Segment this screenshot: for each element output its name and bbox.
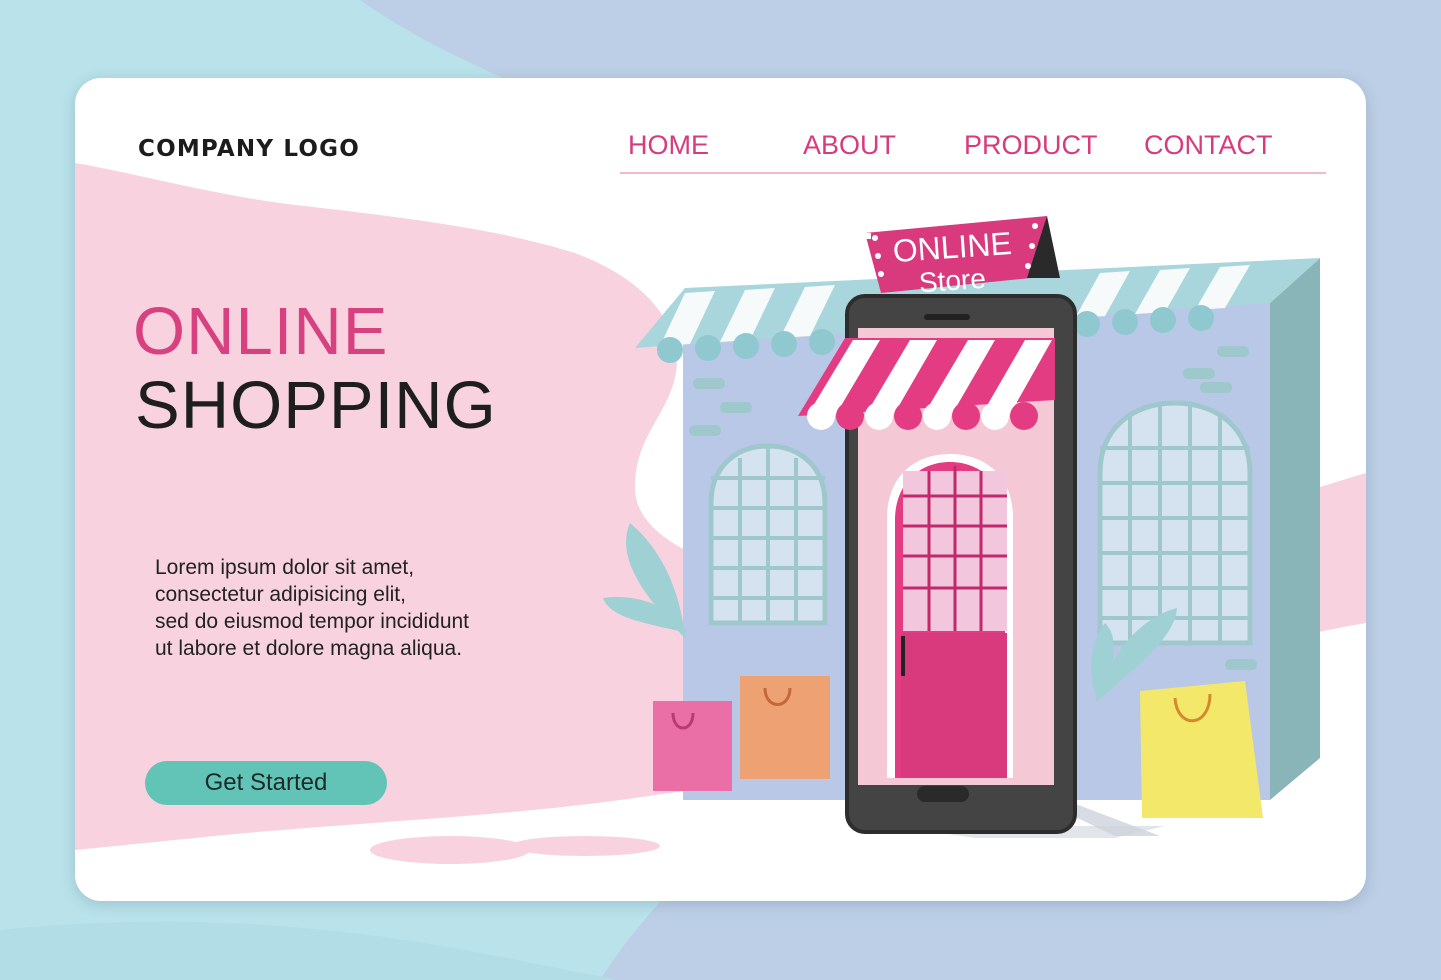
get-started-button[interactable]: Get Started bbox=[145, 761, 387, 805]
main-nav: HOME ABOUT PRODUCT CONTACT bbox=[620, 130, 1326, 174]
phone-home-button bbox=[917, 786, 969, 802]
pink-blob-small-bottom-1 bbox=[370, 836, 530, 864]
store-window-left bbox=[708, 443, 828, 626]
hero-body-line: ut labore et dolore magna aliqua. bbox=[155, 637, 463, 660]
company-logo[interactable]: COMPANY LOGO bbox=[138, 136, 360, 162]
store-window-right bbox=[1097, 400, 1253, 646]
phone-door bbox=[887, 454, 1013, 778]
hero-body-line: Lorem ipsum dolor sit amet, bbox=[155, 556, 415, 579]
shopping-bag-yellow bbox=[1140, 681, 1263, 818]
store-building-side bbox=[1270, 258, 1320, 800]
landing-card: ONLINE Store COMPANY LOGO HOME ABOUT PRO… bbox=[75, 78, 1366, 901]
hero-body-line: sed do eiusmod tempor incididunt bbox=[155, 610, 470, 633]
hero-title-line1: ONLINE bbox=[133, 294, 389, 369]
hero-body-line: consectetur adipisicing elit, bbox=[155, 583, 406, 606]
nav-product[interactable]: PRODUCT bbox=[964, 130, 1098, 161]
hero-title-line2: SHOPPING bbox=[135, 368, 497, 443]
shopping-bag-orange bbox=[740, 676, 830, 779]
shopping-bag-pink bbox=[653, 701, 732, 791]
nav-contact[interactable]: CONTACT bbox=[1144, 130, 1273, 161]
nav-about[interactable]: ABOUT bbox=[803, 130, 896, 161]
pink-blob-small-bottom-2 bbox=[510, 836, 660, 856]
hero-body-text: Lorem ipsum dolor sit amet, consectetur … bbox=[155, 554, 575, 662]
nav-home[interactable]: HOME bbox=[628, 130, 709, 161]
sign-line2: Store bbox=[918, 263, 987, 299]
pink-blob-small-top bbox=[261, 219, 405, 243]
